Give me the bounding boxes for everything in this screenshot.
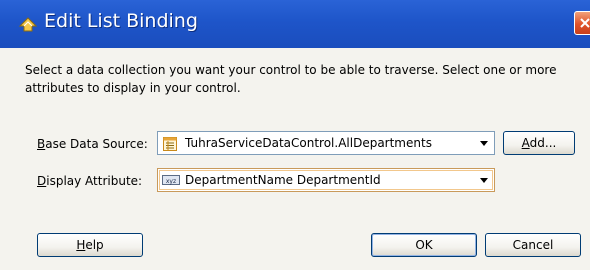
ok-button[interactable]: OK [371, 233, 477, 257]
chevron-down-icon[interactable] [480, 141, 488, 146]
add-button[interactable]: Add... [503, 131, 575, 155]
xyz-attribute-icon: xyz [162, 173, 180, 190]
base-data-source-value: TuhraServiceDataControl.AllDepartments [185, 136, 432, 150]
base-data-source-label: Base Data Source: [37, 137, 148, 151]
title-bar: Edit List Binding [0, 0, 590, 48]
close-button[interactable] [574, 11, 590, 35]
display-attribute-label: Display Attribute: [37, 174, 143, 188]
instructions-text: Select a data collection you want your c… [25, 63, 557, 95]
dialog-title: Edit List Binding [44, 10, 198, 32]
svg-text:xyz: xyz [166, 178, 176, 185]
help-button[interactable]: Help [37, 233, 143, 257]
display-attribute-select[interactable]: xyz DepartmentName DepartmentId [157, 168, 495, 192]
close-icon [580, 18, 590, 28]
cancel-button[interactable]: Cancel [485, 233, 581, 257]
display-attribute-value: DepartmentName DepartmentId [185, 173, 381, 187]
puzzle-dialog-icon [17, 14, 39, 34]
base-data-source-select[interactable]: TuhraServiceDataControl.AllDepartments [157, 131, 495, 155]
chevron-down-icon[interactable] [480, 178, 488, 183]
data-collection-icon [162, 136, 178, 155]
